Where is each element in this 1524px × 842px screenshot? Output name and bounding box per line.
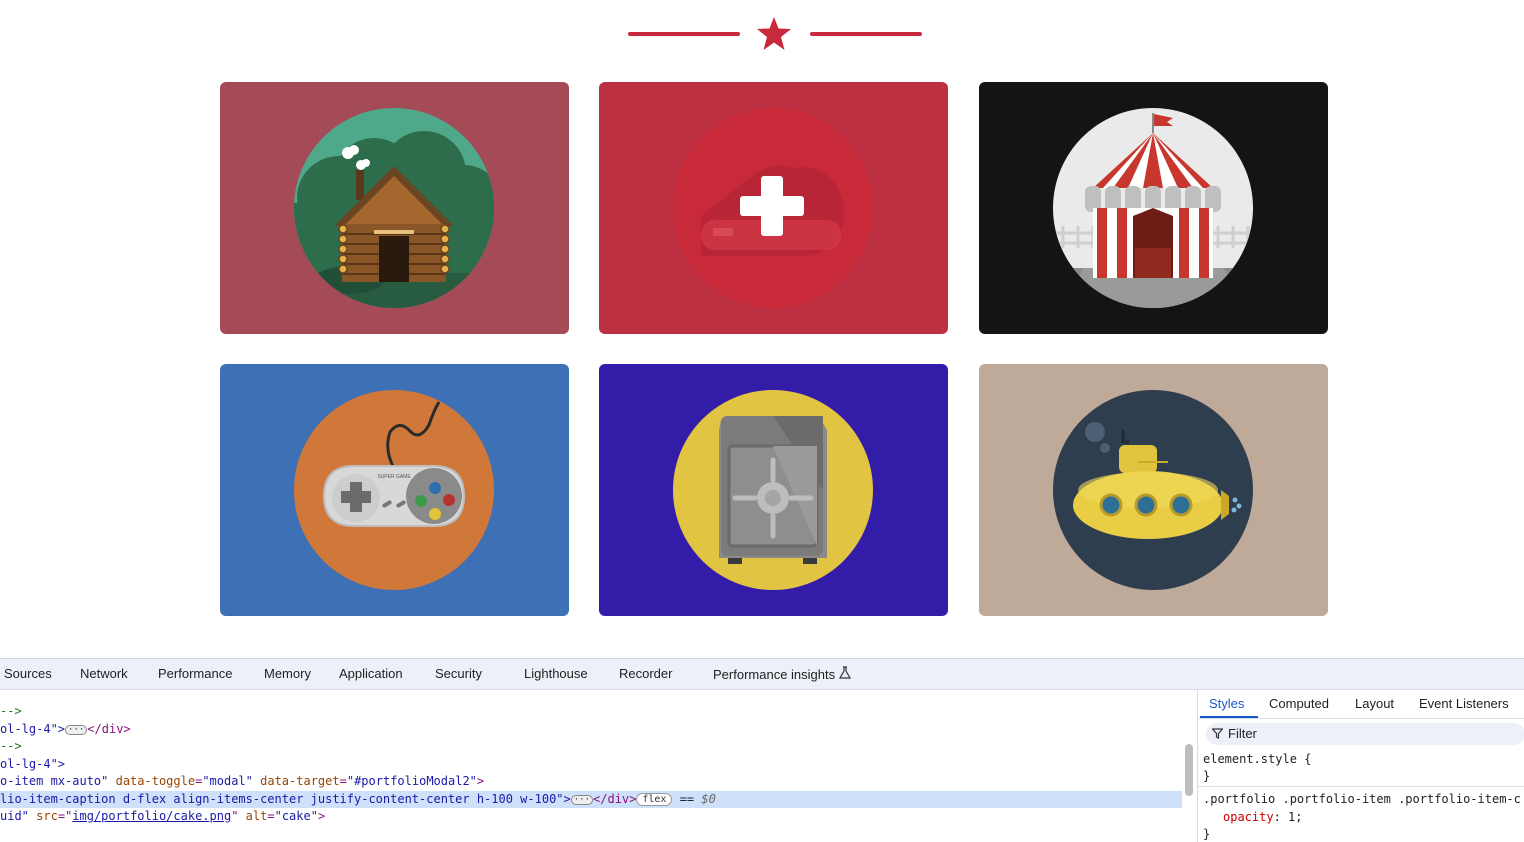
devtools-panel: Sources Network Performance Memory Appli… xyxy=(0,658,1524,842)
portfolio-item-submarine[interactable] xyxy=(979,364,1328,616)
portfolio-item-game[interactable]: SUPER GAME xyxy=(220,364,569,616)
src-link[interactable]: img/portfolio/cake.png xyxy=(72,809,231,823)
attr-name: src xyxy=(36,809,58,823)
attr-name: data-toggle xyxy=(115,774,196,788)
attr-value: uid" xyxy=(0,809,37,823)
divider-line-left xyxy=(628,32,740,36)
circus-tent-icon xyxy=(1053,108,1253,308)
styles-filter-input[interactable]: Filter xyxy=(1206,723,1524,745)
portfolio-item-cabin[interactable] xyxy=(220,82,569,334)
rule-divider xyxy=(1198,786,1524,787)
controller-brand-label: SUPER GAME xyxy=(377,474,411,480)
tab-lighthouse[interactable]: Lighthouse xyxy=(524,666,588,681)
tag-end: > xyxy=(476,774,485,788)
equals-sign: == xyxy=(679,792,695,806)
dom-line[interactable]: --> xyxy=(0,738,22,755)
ellipsis-icon[interactable]: ··· xyxy=(570,794,594,805)
devtools-tab-bar: Sources Network Performance Memory Appli… xyxy=(0,659,1524,690)
styles-pane: Styles Computed Layout Event Listeners F… xyxy=(1197,690,1524,842)
portfolio-item-safe[interactable] xyxy=(599,364,948,616)
styles-tab-bar: Styles Computed Layout Event Listeners xyxy=(1198,690,1524,719)
style-rule-selector[interactable]: .portfolio .portfolio-item .portfolio-it… xyxy=(1203,792,1521,806)
dom-line[interactable]: o-item mx-auto" data-toggle="modal" data… xyxy=(0,773,484,790)
star-icon xyxy=(757,17,791,50)
tab-sources[interactable]: Sources xyxy=(4,666,52,681)
dom-line-selected[interactable]: lio-item-caption d-flex align-items-cent… xyxy=(0,791,1182,808)
comment-text: --> xyxy=(0,739,22,753)
filter-icon xyxy=(1212,728,1223,739)
attr-value: "modal" xyxy=(202,774,253,788)
css-property: opacity xyxy=(1223,810,1274,824)
attr-value: lio-item-caption d-flex align-items-cent… xyxy=(0,792,571,806)
tab-performance-insights[interactable]: Performance insights xyxy=(713,666,852,682)
console-ref: $0 xyxy=(701,792,716,806)
dom-line[interactable]: uid" src="img/portfolio/cake.png" alt="c… xyxy=(0,808,325,825)
tab-layout[interactable]: Layout xyxy=(1355,696,1394,711)
portfolio-grid: SUPER GAME xyxy=(220,82,1330,618)
attr-name: data-target xyxy=(260,774,340,788)
divider-line-right xyxy=(810,32,922,36)
safe-icon xyxy=(673,390,873,590)
css-value: : 1; xyxy=(1273,810,1303,824)
attr-value: ol-lg-4"> xyxy=(0,722,66,736)
flask-icon xyxy=(839,666,852,679)
game-controller-icon: SUPER GAME xyxy=(294,390,494,590)
tab-event-listeners[interactable]: Event Listeners xyxy=(1419,696,1509,711)
tab-recorder[interactable]: Recorder xyxy=(619,666,672,681)
attr-name: alt xyxy=(245,809,268,823)
close-tag: </div> xyxy=(593,792,637,806)
tab-styles[interactable]: Styles xyxy=(1209,696,1244,711)
log-cabin-icon xyxy=(294,108,494,308)
elements-scrollbar[interactable] xyxy=(1185,744,1193,796)
close-tag: </div> xyxy=(87,722,131,736)
style-declaration[interactable]: opacity: 1; xyxy=(1223,810,1302,824)
tab-security[interactable]: Security xyxy=(435,666,482,681)
tab-performance-insights-label: Performance insights xyxy=(713,667,836,682)
comment-text: --> xyxy=(0,704,22,718)
ellipsis-icon[interactable]: ··· xyxy=(65,724,88,735)
style-rule-selector[interactable]: element.style { xyxy=(1203,752,1311,766)
tag-end: > xyxy=(317,809,326,823)
dom-line[interactable]: ol-lg-4"> xyxy=(0,756,65,773)
tab-memory[interactable]: Memory xyxy=(264,666,311,681)
dom-line[interactable]: --> xyxy=(0,703,22,720)
filter-placeholder: Filter xyxy=(1228,726,1257,741)
tab-performance[interactable]: Performance xyxy=(158,666,232,681)
elements-tree: --> ol-lg-4"> ··· </div> --> ol-lg-4"> o-i… xyxy=(0,690,1182,842)
attr-value: "cake" xyxy=(274,809,318,823)
star-divider xyxy=(628,16,922,52)
flex-badge[interactable]: flex xyxy=(636,793,673,806)
submarine-icon xyxy=(1053,390,1253,590)
attr-value: o-item mx-auto" xyxy=(0,774,116,788)
dom-line[interactable]: ol-lg-4"> ··· </div> xyxy=(0,721,131,738)
tab-application[interactable]: Application xyxy=(339,666,403,681)
portfolio-item-cake[interactable] xyxy=(599,82,948,334)
attr-value: ol-lg-4"> xyxy=(0,757,66,771)
style-rule-close: } xyxy=(1203,827,1211,841)
portfolio-item-circus[interactable] xyxy=(979,82,1328,334)
active-tab-indicator xyxy=(1200,716,1258,718)
tab-network[interactable]: Network xyxy=(80,666,128,681)
tab-computed[interactable]: Computed xyxy=(1269,696,1329,711)
style-rule-close: } xyxy=(1203,769,1211,783)
attr-value: "#portfolioModal2" xyxy=(346,774,477,788)
